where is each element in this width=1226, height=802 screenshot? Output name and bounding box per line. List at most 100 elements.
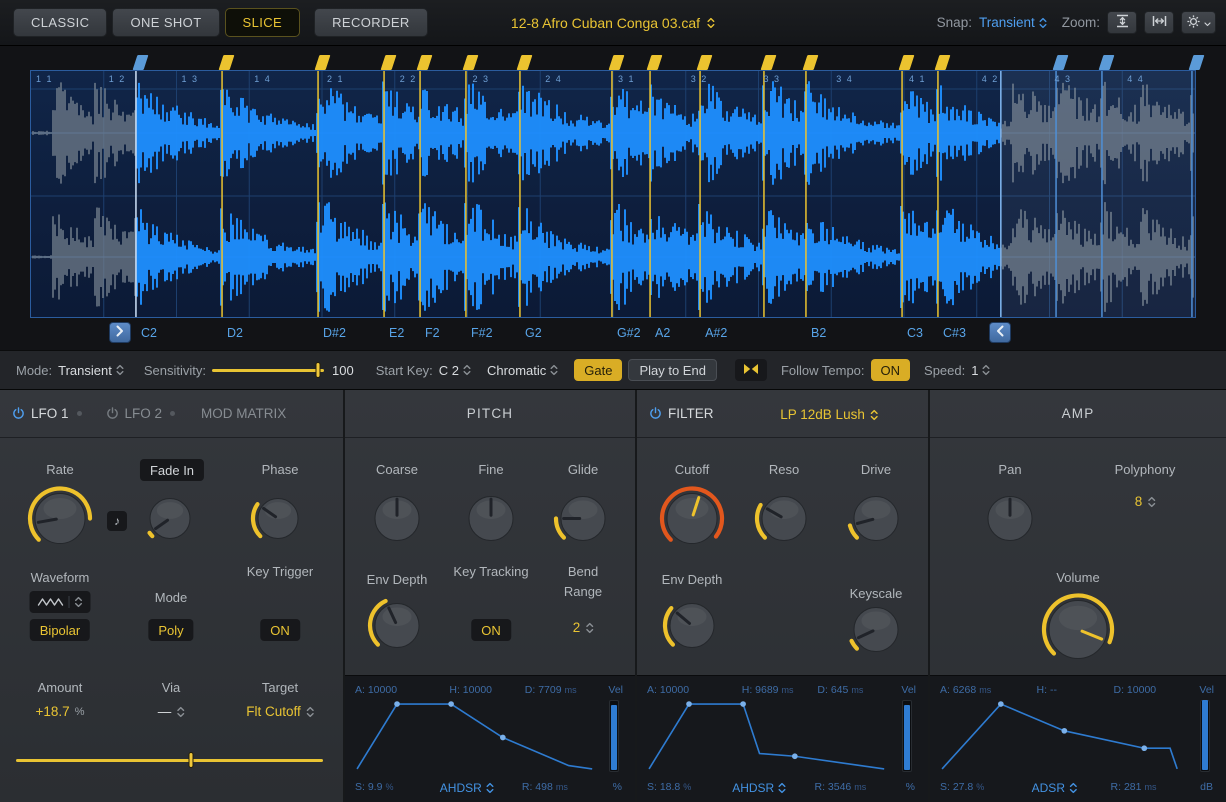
bend-range-selector[interactable]: 2	[573, 620, 594, 635]
drive-knob[interactable]	[844, 487, 908, 556]
cutoff-knob[interactable]	[657, 484, 727, 559]
slice-flag[interactable]	[417, 55, 433, 70]
mode-tab-classic[interactable]: CLASSIC	[13, 8, 107, 37]
slice-flag[interactable]	[803, 55, 819, 70]
envelope-node[interactable]	[394, 701, 400, 707]
tab-lfo2[interactable]: LFO 2	[106, 406, 176, 421]
slice-flag[interactable]	[219, 55, 235, 70]
tab-mod-matrix[interactable]: MOD MATRIX	[201, 406, 286, 421]
key-trigger-chip[interactable]: ON	[260, 619, 300, 641]
slice-line[interactable]	[1101, 71, 1103, 317]
slice-line[interactable]	[135, 71, 137, 317]
slice-line[interactable]	[317, 71, 319, 317]
envelope-type-selector[interactable]: AHDSR	[440, 781, 494, 795]
velocity-slider[interactable]	[609, 700, 619, 772]
slice-line[interactable]	[383, 71, 385, 317]
follow-tempo-toggle[interactable]: ON	[871, 359, 911, 381]
envelope-type-selector[interactable]: ADSR	[1032, 781, 1077, 795]
lfo-amount-slider[interactable]	[16, 752, 323, 768]
coarse-knob[interactable]	[365, 487, 429, 556]
slice-flag[interactable]	[761, 55, 777, 70]
lfo-fade-knob[interactable]	[140, 489, 200, 554]
envelope-node[interactable]	[1141, 745, 1147, 751]
zoom-vertical-button[interactable]	[1107, 11, 1137, 34]
speed-selector[interactable]: 1	[971, 363, 990, 378]
volume-knob[interactable]	[1039, 591, 1117, 674]
envelope-type-selector[interactable]: AHDSR	[732, 781, 786, 795]
slice-line[interactable]	[699, 71, 701, 317]
slice-flag[interactable]	[1053, 55, 1069, 70]
waveform-display[interactable]: 1 11 21 31 42 12 22 32 43 13 23 33 44 14…	[30, 70, 1196, 318]
slice-flag[interactable]	[609, 55, 625, 70]
slice-flag[interactable]	[697, 55, 713, 70]
reso-knob[interactable]	[752, 487, 816, 556]
slice-flag[interactable]	[133, 55, 149, 70]
pitch-env-depth-knob[interactable]	[365, 594, 429, 663]
envelope-node[interactable]	[448, 701, 454, 707]
envelope-node[interactable]	[740, 701, 746, 707]
slice-line[interactable]	[649, 71, 651, 317]
lfo-amount-value[interactable]: +18.7%	[36, 704, 85, 719]
lfo-via-selector[interactable]: —	[158, 704, 185, 719]
slice-flag[interactable]	[647, 55, 663, 70]
slice-flag[interactable]	[935, 55, 951, 70]
slice-flag[interactable]	[1189, 55, 1205, 70]
slice-flag[interactable]	[1099, 55, 1115, 70]
mode-selector[interactable]: Transient	[58, 363, 124, 378]
snap-selector[interactable]: Transient	[979, 15, 1047, 30]
slice-line[interactable]	[937, 71, 939, 317]
start-key-selector[interactable]: C 2	[439, 363, 471, 378]
slice-line[interactable]	[519, 71, 521, 317]
velocity-slider[interactable]	[1200, 700, 1210, 772]
envelope-node[interactable]	[998, 701, 1004, 707]
lfo-waveform-selector[interactable]	[30, 591, 91, 613]
mode-tab-slice[interactable]: SLICE	[225, 8, 301, 37]
lfo-target-selector[interactable]: Flt Cutoff	[246, 704, 314, 719]
slice-line[interactable]	[805, 71, 807, 317]
slice-line[interactable]	[611, 71, 613, 317]
key-tracking-chip[interactable]: ON	[471, 619, 511, 641]
envelope-node[interactable]	[500, 735, 506, 741]
gate-button[interactable]: Gate	[574, 359, 622, 381]
polyphony-selector[interactable]: 8	[1135, 494, 1156, 509]
fine-knob[interactable]	[459, 487, 523, 556]
end-marker-handle[interactable]	[989, 322, 1011, 343]
glide-knob[interactable]	[551, 487, 615, 556]
mapping-selector[interactable]: Chromatic	[487, 363, 558, 378]
lfo-phase-knob[interactable]	[248, 489, 308, 554]
power-icon[interactable]	[106, 407, 119, 420]
start-marker-handle[interactable]	[109, 322, 131, 343]
slice-line[interactable]	[901, 71, 903, 317]
filter-type-selector[interactable]: LP 12dB Lush	[780, 407, 878, 422]
rate-sync-button[interactable]: ♪	[107, 511, 127, 531]
envelope-node[interactable]	[1061, 728, 1067, 734]
slice-flag[interactable]	[899, 55, 915, 70]
velocity-slider[interactable]	[902, 700, 912, 772]
power-icon[interactable]	[649, 407, 662, 420]
lfo-polarity-chip[interactable]: Bipolar	[30, 619, 90, 641]
sample-name-selector[interactable]: 12-8 Afro Cuban Conga 03.caf	[511, 0, 715, 45]
slice-flag[interactable]	[315, 55, 331, 70]
mode-tab-one-shot[interactable]: ONE SHOT	[112, 8, 219, 37]
slice-line[interactable]	[1191, 71, 1193, 317]
slice-flag[interactable]	[381, 55, 397, 70]
lfo-mode-chip[interactable]: Poly	[148, 619, 193, 641]
filter-env-depth-knob[interactable]	[660, 594, 724, 663]
slice-line[interactable]	[221, 71, 223, 317]
slice-flag[interactable]	[517, 55, 533, 70]
end-marker-line[interactable]	[1000, 71, 1002, 317]
zoom-horizontal-button[interactable]	[1144, 11, 1174, 34]
slice-flag[interactable]	[463, 55, 479, 70]
envelope-curve[interactable]	[353, 700, 596, 775]
flex-button[interactable]	[735, 359, 767, 381]
slice-line[interactable]	[1055, 71, 1057, 317]
lfo-rate-knob[interactable]	[25, 484, 95, 559]
slice-line[interactable]	[419, 71, 421, 317]
fade-mode-chip[interactable]: Fade In	[140, 459, 204, 481]
play-to-end-button[interactable]: Play to End	[628, 359, 717, 381]
pan-knob[interactable]	[978, 487, 1042, 556]
slice-line[interactable]	[763, 71, 765, 317]
slice-line[interactable]	[465, 71, 467, 317]
tab-lfo1[interactable]: LFO 1	[12, 406, 82, 421]
settings-button[interactable]	[1181, 11, 1216, 34]
